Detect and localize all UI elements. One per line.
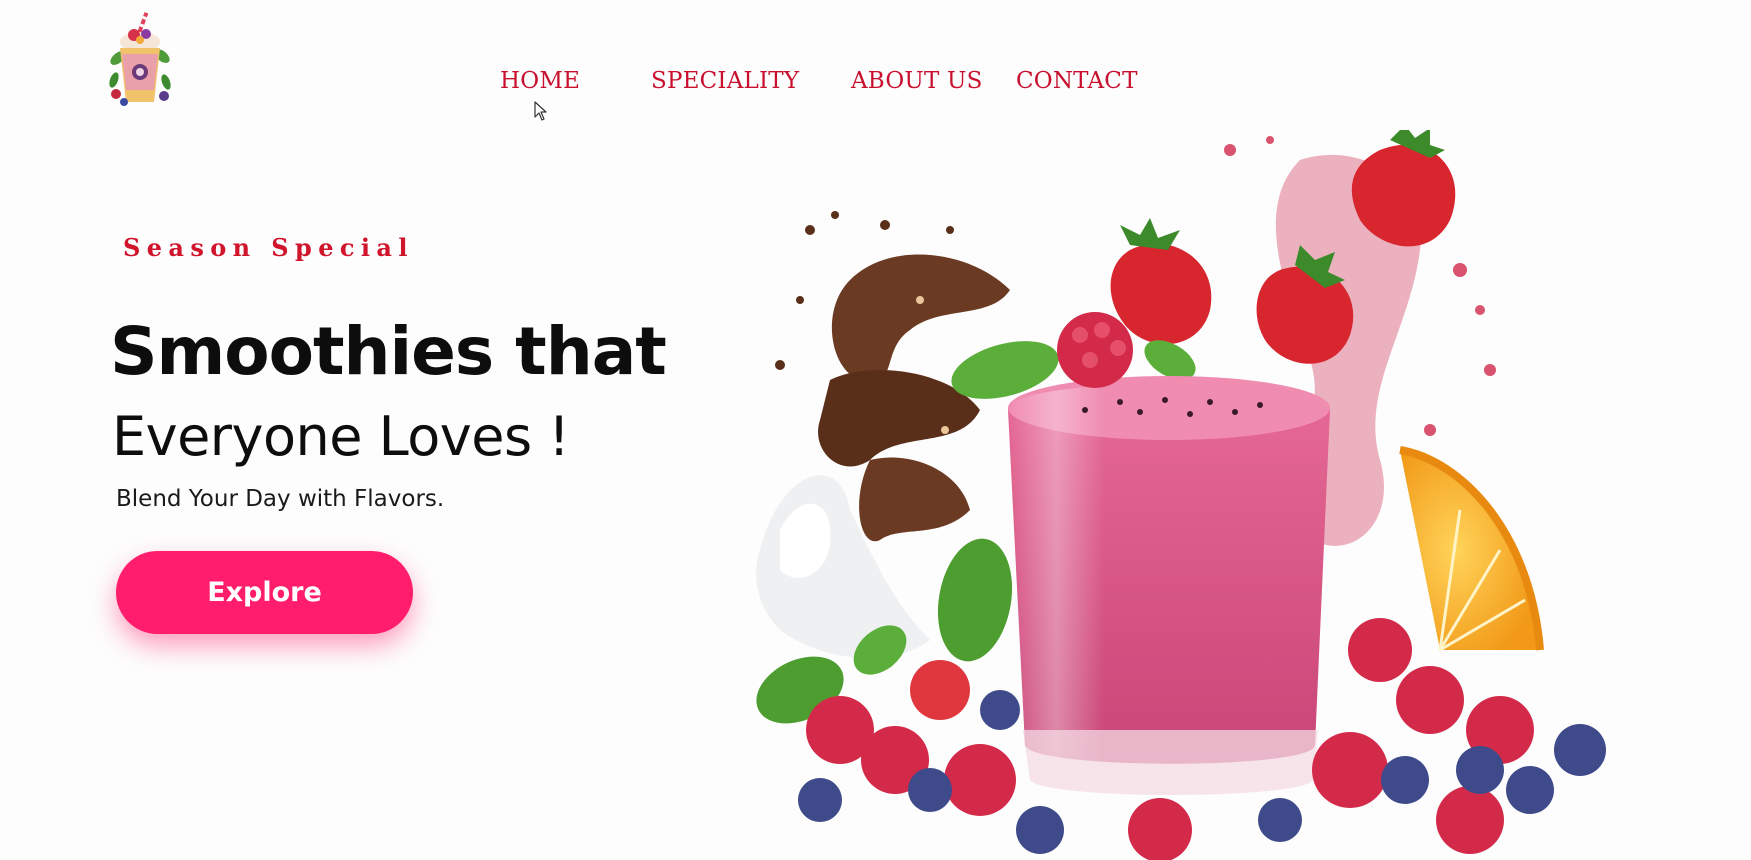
hero-tagline: Blend Your Day with Flavors. — [116, 486, 445, 512]
explore-button[interactable]: Explore — [116, 551, 413, 634]
hero-headline-line-2: Everyone Loves ! — [112, 405, 570, 468]
nav-contact-link[interactable]: CONTACT — [1016, 68, 1138, 94]
nav-home-link[interactable]: HOME — [500, 68, 580, 94]
smoothie-logo-icon[interactable] — [104, 10, 174, 108]
berry-smoothie-illustration-icon — [740, 125, 1620, 860]
strawberry-top-left-icon — [1110, 218, 1212, 345]
nav-about-us-link[interactable]: ABOUT US — [851, 68, 983, 94]
season-special-eyebrow: Season Special — [123, 233, 414, 262]
mouse-pointer-icon — [534, 101, 548, 121]
landing-page: HOME SPECIALITY ABOUT US CONTACT Season … — [0, 0, 1751, 860]
nav-speciality-link[interactable]: SPECIALITY — [651, 68, 799, 94]
hero-headline-line-1: Smoothies that — [110, 313, 667, 390]
